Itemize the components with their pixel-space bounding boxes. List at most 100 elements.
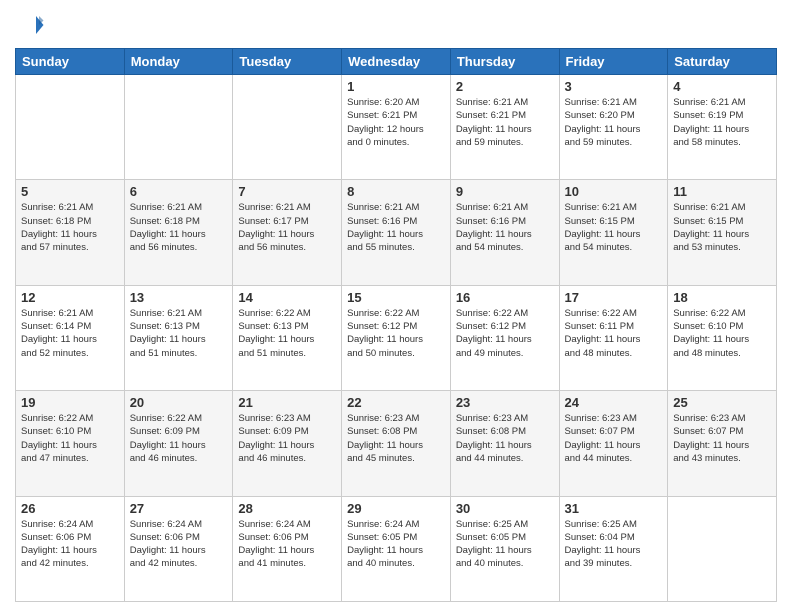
calendar-day-cell	[16, 75, 125, 180]
calendar-day-header: Saturday	[668, 49, 777, 75]
calendar-day-cell: 3 Sunrise: 6:21 AM Sunset: 6:20 PM Daylig…	[559, 75, 668, 180]
calendar-day-cell: 10 Sunrise: 6:21 AM Sunset: 6:15 PM Dayli…	[559, 180, 668, 285]
calendar-week-row: 1 Sunrise: 6:20 AM Sunset: 6:21 PM Daylig…	[16, 75, 777, 180]
calendar-day-cell: 27Sunrise: 6:24 AM Sunset: 6:06 PM Dayli…	[124, 496, 233, 601]
calendar-day-cell: 23 Sunrise: 6:23 AM Sunset: 6:08 PM Dayli…	[450, 391, 559, 496]
day-info: Sunrise: 6:21 AM Sunset: 6:16 PM Dayligh…	[347, 201, 445, 254]
day-info: Sunrise: 6:25 AM Sunset: 6:04 PM Dayligh…	[565, 518, 663, 571]
day-number: 28	[238, 501, 336, 516]
calendar-day-cell: 15 Sunrise: 6:22 AM Sunset: 6:12 PM Dayli…	[342, 285, 451, 390]
day-info: Sunrise: 6:24 AM Sunset: 6:06 PM Dayligh…	[130, 518, 228, 571]
day-info: Sunrise: 6:23 AM Sunset: 6:07 PM Dayligh…	[673, 412, 771, 465]
calendar-day-cell: 2 Sunrise: 6:21 AM Sunset: 6:21 PM Daylig…	[450, 75, 559, 180]
day-info: Sunrise: 6:22 AM Sunset: 6:12 PM Dayligh…	[347, 307, 445, 360]
day-info: Sunrise: 6:23 AM Sunset: 6:08 PM Dayligh…	[347, 412, 445, 465]
calendar-day-cell	[668, 496, 777, 601]
day-info: Sunrise: 6:20 AM Sunset: 6:21 PM Dayligh…	[347, 96, 445, 149]
day-info: Sunrise: 6:23 AM Sunset: 6:08 PM Dayligh…	[456, 412, 554, 465]
calendar-day-header: Wednesday	[342, 49, 451, 75]
day-number: 30	[456, 501, 554, 516]
day-number: 7	[238, 184, 336, 199]
calendar-day-header: Tuesday	[233, 49, 342, 75]
calendar-day-cell: 24 Sunrise: 6:23 AM Sunset: 6:07 PM Dayli…	[559, 391, 668, 496]
calendar-day-header: Sunday	[16, 49, 125, 75]
day-number: 18	[673, 290, 771, 305]
day-info: Sunrise: 6:22 AM Sunset: 6:11 PM Dayligh…	[565, 307, 663, 360]
day-info: Sunrise: 6:21 AM Sunset: 6:15 PM Dayligh…	[673, 201, 771, 254]
calendar-day-header: Monday	[124, 49, 233, 75]
day-info: Sunrise: 6:23 AM Sunset: 6:07 PM Dayligh…	[565, 412, 663, 465]
day-number: 13	[130, 290, 228, 305]
day-info: Sunrise: 6:21 AM Sunset: 6:21 PM Dayligh…	[456, 96, 554, 149]
calendar-day-cell: 18 Sunrise: 6:22 AM Sunset: 6:10 PM Dayli…	[668, 285, 777, 390]
calendar-day-cell: 6Sunrise: 6:21 AM Sunset: 6:18 PM Daylig…	[124, 180, 233, 285]
day-info: Sunrise: 6:24 AM Sunset: 6:06 PM Dayligh…	[21, 518, 119, 571]
calendar-day-cell: 19 Sunrise: 6:22 AM Sunset: 6:10 PM Dayli…	[16, 391, 125, 496]
day-info: Sunrise: 6:21 AM Sunset: 6:15 PM Dayligh…	[565, 201, 663, 254]
day-number: 24	[565, 395, 663, 410]
day-info: Sunrise: 6:22 AM Sunset: 6:09 PM Dayligh…	[130, 412, 228, 465]
calendar-day-cell: 16 Sunrise: 6:22 AM Sunset: 6:12 PM Dayli…	[450, 285, 559, 390]
day-number: 15	[347, 290, 445, 305]
calendar-day-cell: 30 Sunrise: 6:25 AM Sunset: 6:05 PM Dayli…	[450, 496, 559, 601]
calendar-table: SundayMondayTuesdayWednesdayThursdayFrid…	[15, 48, 777, 602]
calendar-day-cell: 14 Sunrise: 6:22 AM Sunset: 6:13 PM Dayli…	[233, 285, 342, 390]
day-number: 1	[347, 79, 445, 94]
calendar-day-cell: 17 Sunrise: 6:22 AM Sunset: 6:11 PM Dayli…	[559, 285, 668, 390]
day-number: 9	[456, 184, 554, 199]
calendar-day-cell: 12Sunrise: 6:21 AM Sunset: 6:14 PM Dayli…	[16, 285, 125, 390]
calendar-day-cell: 31Sunrise: 6:25 AM Sunset: 6:04 PM Dayli…	[559, 496, 668, 601]
day-info: Sunrise: 6:24 AM Sunset: 6:05 PM Dayligh…	[347, 518, 445, 571]
calendar-day-cell: 5Sunrise: 6:21 AM Sunset: 6:18 PM Daylig…	[16, 180, 125, 285]
day-info: Sunrise: 6:21 AM Sunset: 6:17 PM Dayligh…	[238, 201, 336, 254]
calendar-day-cell	[233, 75, 342, 180]
day-number: 19	[21, 395, 119, 410]
day-info: Sunrise: 6:22 AM Sunset: 6:10 PM Dayligh…	[673, 307, 771, 360]
day-info: Sunrise: 6:24 AM Sunset: 6:06 PM Dayligh…	[238, 518, 336, 571]
day-info: Sunrise: 6:21 AM Sunset: 6:13 PM Dayligh…	[130, 307, 228, 360]
calendar-day-cell: 25 Sunrise: 6:23 AM Sunset: 6:07 PM Dayli…	[668, 391, 777, 496]
day-number: 21	[238, 395, 336, 410]
calendar-day-cell: 7 Sunrise: 6:21 AM Sunset: 6:17 PM Daylig…	[233, 180, 342, 285]
calendar-day-cell: 8 Sunrise: 6:21 AM Sunset: 6:16 PM Daylig…	[342, 180, 451, 285]
day-info: Sunrise: 6:21 AM Sunset: 6:18 PM Dayligh…	[130, 201, 228, 254]
day-number: 12	[21, 290, 119, 305]
day-info: Sunrise: 6:21 AM Sunset: 6:19 PM Dayligh…	[673, 96, 771, 149]
calendar-day-cell: 28 Sunrise: 6:24 AM Sunset: 6:06 PM Dayli…	[233, 496, 342, 601]
day-number: 23	[456, 395, 554, 410]
calendar-day-cell: 22 Sunrise: 6:23 AM Sunset: 6:08 PM Dayli…	[342, 391, 451, 496]
day-number: 17	[565, 290, 663, 305]
calendar-day-cell: 4 Sunrise: 6:21 AM Sunset: 6:19 PM Daylig…	[668, 75, 777, 180]
day-number: 3	[565, 79, 663, 94]
calendar-day-header: Friday	[559, 49, 668, 75]
calendar-day-cell: 21 Sunrise: 6:23 AM Sunset: 6:09 PM Dayli…	[233, 391, 342, 496]
logo	[15, 10, 49, 40]
day-number: 16	[456, 290, 554, 305]
day-number: 10	[565, 184, 663, 199]
day-number: 20	[130, 395, 228, 410]
day-number: 29	[347, 501, 445, 516]
day-info: Sunrise: 6:22 AM Sunset: 6:12 PM Dayligh…	[456, 307, 554, 360]
calendar-day-cell: 20 Sunrise: 6:22 AM Sunset: 6:09 PM Dayli…	[124, 391, 233, 496]
day-number: 2	[456, 79, 554, 94]
calendar-day-cell: 26 Sunrise: 6:24 AM Sunset: 6:06 PM Dayli…	[16, 496, 125, 601]
day-info: Sunrise: 6:25 AM Sunset: 6:05 PM Dayligh…	[456, 518, 554, 571]
day-number: 8	[347, 184, 445, 199]
day-number: 22	[347, 395, 445, 410]
calendar-day-cell: 29 Sunrise: 6:24 AM Sunset: 6:05 PM Dayli…	[342, 496, 451, 601]
calendar-day-cell: 11 Sunrise: 6:21 AM Sunset: 6:15 PM Dayli…	[668, 180, 777, 285]
calendar-day-header: Thursday	[450, 49, 559, 75]
day-info: Sunrise: 6:22 AM Sunset: 6:10 PM Dayligh…	[21, 412, 119, 465]
day-info: Sunrise: 6:21 AM Sunset: 6:18 PM Dayligh…	[21, 201, 119, 254]
calendar-week-row: 5Sunrise: 6:21 AM Sunset: 6:18 PM Daylig…	[16, 180, 777, 285]
day-number: 25	[673, 395, 771, 410]
day-number: 11	[673, 184, 771, 199]
logo-icon	[15, 10, 45, 40]
calendar-week-row: 12Sunrise: 6:21 AM Sunset: 6:14 PM Dayli…	[16, 285, 777, 390]
day-info: Sunrise: 6:21 AM Sunset: 6:20 PM Dayligh…	[565, 96, 663, 149]
day-info: Sunrise: 6:22 AM Sunset: 6:13 PM Dayligh…	[238, 307, 336, 360]
day-number: 4	[673, 79, 771, 94]
day-number: 26	[21, 501, 119, 516]
day-info: Sunrise: 6:23 AM Sunset: 6:09 PM Dayligh…	[238, 412, 336, 465]
day-number: 14	[238, 290, 336, 305]
